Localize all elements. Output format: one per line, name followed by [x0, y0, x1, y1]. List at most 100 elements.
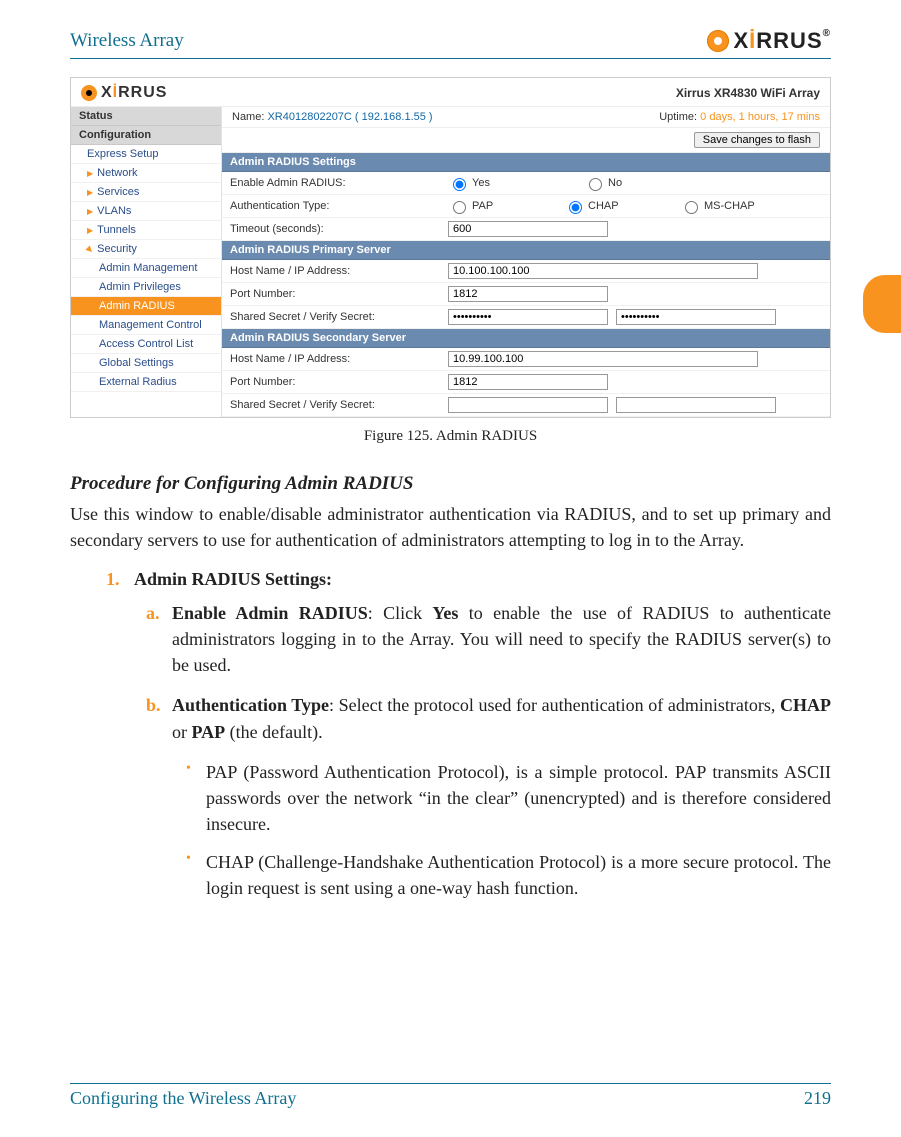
sidebar-item-security[interactable]: ▶Security — [71, 240, 221, 259]
device-uptime: Uptime: 0 days, 1 hours, 17 mins — [659, 111, 820, 123]
substep-text: Enable Admin RADIUS: Click Yes to enable… — [172, 600, 831, 678]
sidebar-item-label: Security — [97, 243, 137, 255]
sidebar-sub-access-control-list[interactable]: Access Control List — [71, 335, 221, 354]
row-primary-host: Host Name / IP Address: — [222, 260, 830, 283]
timeout-input[interactable] — [448, 221, 608, 237]
auth-chap-radio[interactable] — [569, 201, 582, 214]
section-admin-radius-settings: Admin RADIUS Settings — [222, 153, 830, 172]
row-timeout: Timeout (seconds): — [222, 218, 830, 241]
radio-label: PAP — [472, 200, 493, 212]
row-secondary-host: Host Name / IP Address: — [222, 348, 830, 371]
save-row: Save changes to flash — [222, 128, 830, 153]
name-value: XR4012802207C ( 192.168.1.55 ) — [267, 111, 432, 123]
screenshot-logo-word: XİRRUS — [101, 84, 167, 102]
sidebar-item-tunnels[interactable]: ▶Tunnels — [71, 221, 221, 240]
header-rule — [70, 58, 831, 59]
screenshot-logo: XİRRUS — [81, 84, 167, 102]
procedure-intro: Use this window to enable/disable admini… — [70, 501, 831, 553]
auth-mschap-radio[interactable] — [685, 201, 698, 214]
registered-mark: ® — [823, 28, 831, 39]
bold-term: PAP — [192, 722, 226, 742]
step-1b: b. Authentication Type: Select the proto… — [146, 692, 831, 744]
bullet-chap: • CHAP (Challenge-Handshake Authenticati… — [186, 849, 831, 901]
bullet-text: PAP (Password Authentication Protocol), … — [206, 759, 831, 837]
sidebar-config-header[interactable]: Configuration — [71, 126, 221, 145]
bullet-text: CHAP (Challenge-Handshake Authentication… — [206, 849, 831, 901]
page-side-tab — [863, 275, 901, 333]
sidebar-item-label: Express Setup — [87, 148, 159, 160]
field-label: Enable Admin RADIUS: — [230, 177, 440, 189]
field-label: Shared Secret / Verify Secret: — [230, 399, 440, 411]
sidebar-item-label: Tunnels — [97, 224, 136, 236]
field-label: Timeout (seconds): — [230, 223, 440, 235]
footer-section: Configuring the Wireless Array — [70, 1088, 296, 1109]
sidebar-sub-admin-privileges[interactable]: Admin Privileges — [71, 278, 221, 297]
field-label: Port Number: — [230, 288, 440, 300]
substep-text: Authentication Type: Select the protocol… — [172, 692, 831, 744]
sidebar-item-services[interactable]: ▶Services — [71, 183, 221, 202]
row-primary-port: Port Number: — [222, 283, 830, 306]
radio-label: No — [608, 177, 622, 189]
sidebar-sub-admin-radius[interactable]: Admin RADIUS — [71, 297, 221, 316]
xirrus-logo-icon — [707, 30, 729, 52]
substep-letter: b. — [146, 692, 172, 744]
main-panel: Name: XR4012802207C ( 192.168.1.55 ) Upt… — [222, 107, 830, 417]
sidebar-item-label: Network — [97, 167, 137, 179]
primary-secret-input[interactable] — [448, 309, 608, 325]
primary-verify-input[interactable] — [616, 309, 776, 325]
text-part: : Select the protocol used for authentic… — [329, 695, 780, 715]
header-title: Wireless Array — [70, 30, 184, 52]
enable-no-radio[interactable] — [589, 178, 602, 191]
field-label: Authentication Type: — [230, 200, 440, 212]
bold-term: Enable Admin RADIUS — [172, 603, 368, 623]
xirrus-logo-word: XİRRUS® — [733, 28, 831, 54]
text-part: : Click — [368, 603, 433, 623]
sidebar-item-vlans[interactable]: ▶VLANs — [71, 202, 221, 221]
uptime-value: 0 days, 1 hours, 17 mins — [700, 111, 820, 123]
radio-label: Yes — [472, 177, 490, 189]
caret-right-icon: ▶ — [87, 188, 93, 197]
page-number: 219 — [804, 1088, 831, 1109]
field-label: Host Name / IP Address: — [230, 265, 440, 277]
save-button[interactable]: Save changes to flash — [694, 132, 820, 148]
sidebar-sub-global-settings[interactable]: Global Settings — [71, 354, 221, 373]
sidebar-status-header[interactable]: Status — [71, 107, 221, 126]
sidebar-sub-management-control[interactable]: Management Control — [71, 316, 221, 335]
field-label: Shared Secret / Verify Secret: — [230, 311, 440, 323]
caret-right-icon: ▶ — [87, 169, 93, 178]
logo-rest: RRUS — [756, 28, 822, 53]
bullet-icon: • — [186, 759, 206, 837]
sidebar-sub-external-radius[interactable]: External Radius — [71, 373, 221, 392]
sidebar-item-network[interactable]: ▶ Network — [71, 164, 221, 183]
row-primary-secret: Shared Secret / Verify Secret: — [222, 306, 830, 329]
row-secondary-secret: Shared Secret / Verify Secret: — [222, 394, 830, 417]
row-auth-type: Authentication Type: PAP CHAP MS-CHAP — [222, 195, 830, 218]
primary-port-input[interactable] — [448, 286, 608, 302]
auth-pap-radio[interactable] — [453, 201, 466, 214]
secondary-verify-input[interactable] — [616, 397, 776, 413]
procedure-heading: Procedure for Configuring Admin RADIUS — [70, 473, 831, 495]
field-label: Host Name / IP Address: — [230, 353, 440, 365]
field-label: Port Number: — [230, 376, 440, 388]
logo-x: X — [733, 28, 749, 53]
secondary-port-input[interactable] — [448, 374, 608, 390]
secondary-secret-input[interactable] — [448, 397, 608, 413]
secondary-host-input[interactable] — [448, 351, 758, 367]
step-number: 1. — [106, 569, 134, 590]
sidebar-item-express-setup[interactable]: Express Setup — [71, 145, 221, 164]
primary-host-input[interactable] — [448, 263, 758, 279]
page-footer: Configuring the Wireless Array 219 — [70, 1083, 831, 1109]
uptime-label: Uptime: — [659, 111, 697, 123]
screenshot-logo-icon — [81, 85, 97, 101]
bullet-icon: • — [186, 849, 206, 901]
sidebar-sub-admin-management[interactable]: Admin Management — [71, 259, 221, 278]
bold-term: Yes — [432, 603, 458, 623]
page-header: Wireless Array XİRRUS® — [70, 28, 831, 54]
name-label: Name: — [232, 111, 264, 123]
row-secondary-port: Port Number: — [222, 371, 830, 394]
screenshot-topbar: XİRRUS Xirrus XR4830 WiFi Array — [71, 78, 830, 107]
enable-yes-radio[interactable] — [453, 178, 466, 191]
step-text: Admin RADIUS Settings: — [134, 569, 831, 590]
section-secondary-server: Admin RADIUS Secondary Server — [222, 329, 830, 348]
caret-down-icon: ▶ — [85, 244, 96, 255]
